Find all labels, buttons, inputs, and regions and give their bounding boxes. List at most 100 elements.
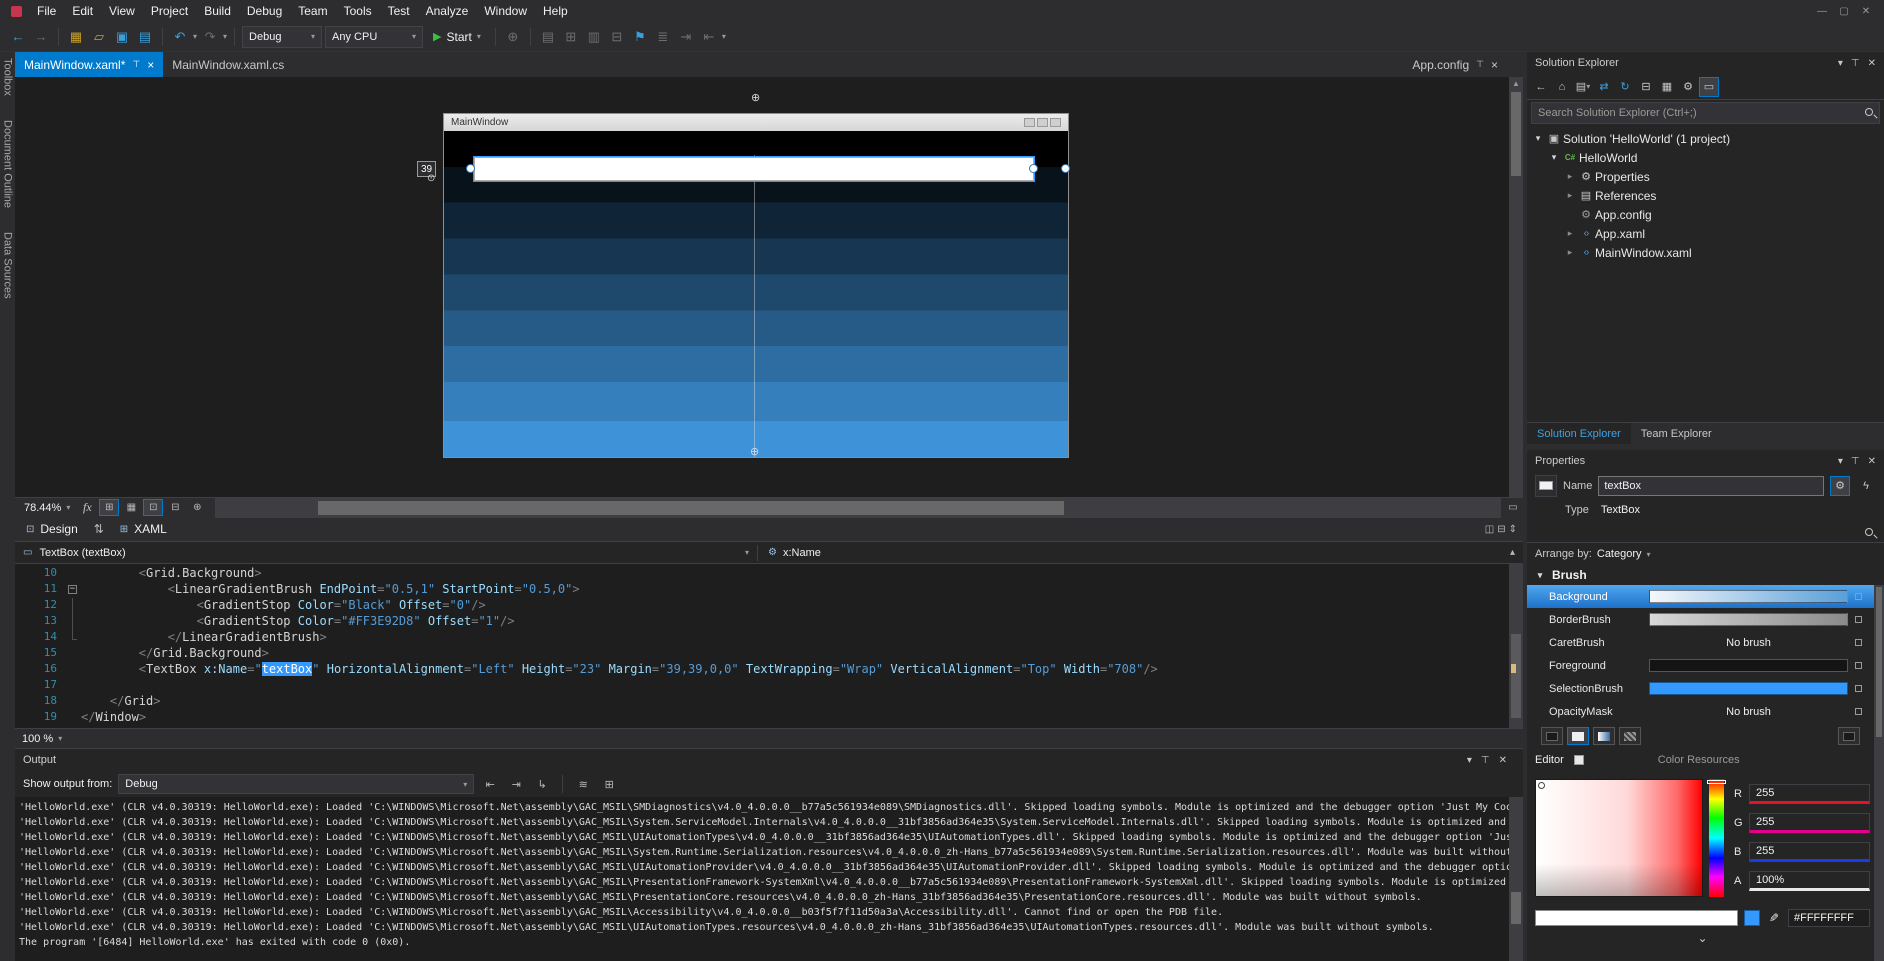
solid-brush-button[interactable]	[1567, 727, 1589, 745]
show-grid-icon[interactable]: ⊞	[99, 499, 120, 516]
new-project-icon[interactable]: ▦	[66, 26, 86, 48]
property-row-selectionbrush[interactable]: SelectionBrush	[1527, 677, 1874, 700]
zoom-fit-icon[interactable]: ⊕	[187, 499, 207, 516]
menu-file[interactable]: File	[29, 1, 64, 21]
chevron-down-icon[interactable]: ▾	[58, 734, 62, 743]
property-row-borderbrush[interactable]: BorderBrush	[1527, 608, 1874, 631]
window-position-icon[interactable]: ▾	[1838, 58, 1843, 69]
window-position-icon[interactable]: ▾	[1467, 755, 1472, 766]
previous-message-icon[interactable]: ⇤	[480, 774, 500, 794]
show-all-files-icon[interactable]: ▦	[1657, 77, 1677, 97]
advanced-options-icon[interactable]	[1855, 685, 1862, 692]
collapse-breadcrumb-icon[interactable]: ▴	[1510, 547, 1523, 558]
property-value[interactable]	[1649, 682, 1862, 695]
comment-icon[interactable]: ≣	[653, 26, 673, 48]
property-row-foreground[interactable]: Foreground	[1527, 654, 1874, 677]
toolbar-overflow-icon[interactable]: ▾	[722, 32, 726, 41]
tree-item-app-xaml[interactable]: ▸ ‹› App.xaml	[1527, 224, 1884, 243]
go-to-message-icon[interactable]: ↳	[532, 774, 552, 794]
advanced-options-icon[interactable]	[1855, 708, 1862, 715]
hue-marker[interactable]	[1707, 780, 1726, 784]
events-view-icon[interactable]: ϟ	[1856, 476, 1876, 496]
solution-search-input[interactable]	[1531, 102, 1880, 124]
scroll-up-icon[interactable]: ▲	[1509, 77, 1523, 90]
outlining-margin[interactable]	[65, 694, 81, 710]
brush-swatch[interactable]	[1649, 682, 1848, 695]
window-position-icon[interactable]: ▾	[1838, 456, 1843, 467]
search-icon[interactable]	[1865, 108, 1873, 116]
clear-all-icon[interactable]: ≋	[573, 774, 593, 794]
solution-configuration-dropdown[interactable]: Debug ▾	[242, 25, 323, 48]
advanced-options-icon[interactable]	[1855, 662, 1862, 669]
redo-icon[interactable]: ↷	[200, 26, 220, 48]
outlining-margin[interactable]	[65, 678, 81, 694]
arrange-by-value[interactable]: Category	[1597, 548, 1642, 560]
pin-icon[interactable]: ⊤	[1851, 58, 1860, 69]
side-tab-data-sources[interactable]: Data Sources	[2, 232, 14, 299]
xaml-code[interactable]: 10 <Grid.Background> 11− <LinearGradientB…	[15, 564, 1509, 728]
preview-selected-items-icon[interactable]: ▭	[1699, 76, 1719, 97]
bottom-anchor-icon[interactable]: ⊕	[750, 447, 759, 458]
properties-titlebar[interactable]: Properties ▾ ⊤ ✕	[1527, 450, 1884, 472]
show-grid-icon[interactable]: ⊞	[561, 26, 581, 48]
undo-icon[interactable]: ↶	[170, 26, 190, 48]
xaml-vertical-scrollbar[interactable]	[1509, 564, 1523, 728]
expander-icon[interactable]: ▸	[1563, 228, 1577, 239]
eyedropper-icon[interactable]: ✎	[1766, 911, 1782, 925]
horizontal-split-icon[interactable]: ⊟	[1497, 524, 1505, 535]
category-brush[interactable]: ▾ Brush	[1527, 565, 1884, 585]
property-row-background[interactable]: Background	[1527, 585, 1874, 608]
minimize-icon[interactable]: —	[1812, 6, 1832, 17]
menu-team[interactable]: Team	[290, 1, 335, 21]
navigate-back-icon[interactable]: ←	[8, 26, 28, 48]
menu-window[interactable]: Window	[476, 1, 535, 21]
menu-test[interactable]: Test	[380, 1, 418, 21]
menu-tools[interactable]: Tools	[336, 1, 380, 21]
open-file-icon[interactable]: ▱	[89, 26, 109, 48]
designer-vertical-scrollbar[interactable]: ▲	[1509, 77, 1523, 497]
pin-icon[interactable]: ⊤	[1851, 456, 1860, 467]
xaml-pane-tab[interactable]: ⊞ XAML	[111, 517, 176, 541]
tree-item-solution-helloworld-1-project[interactable]: ▾ ▣ Solution 'HelloWorld' (1 project)	[1527, 129, 1884, 148]
designer-horizontal-scrollbar[interactable]	[215, 497, 1501, 518]
tree-item-properties[interactable]: ▸ ⚙ Properties	[1527, 167, 1884, 186]
properties-icon[interactable]: ⚙	[1678, 77, 1698, 97]
mainwindow-artboard[interactable]: MainWindow ⊕	[443, 113, 1070, 458]
channel-input-a[interactable]: 100%	[1749, 870, 1870, 891]
resize-handle-left[interactable]	[466, 164, 475, 173]
channel-input-g[interactable]: 255	[1749, 812, 1870, 833]
snap-to-grid-icon[interactable]: ▦	[121, 499, 141, 516]
advanced-options-icon[interactable]	[1855, 593, 1862, 600]
tree-item-references[interactable]: ▸ ▤ References	[1527, 186, 1884, 205]
tree-item-helloworld[interactable]: ▾ C# HelloWorld	[1527, 148, 1884, 167]
save-icon[interactable]: ▣	[112, 26, 132, 48]
outlining-margin[interactable]	[65, 598, 81, 614]
hue-slider[interactable]	[1707, 779, 1726, 897]
breadcrumb-property[interactable]: ⚙ x:Name	[758, 547, 831, 559]
refresh-icon[interactable]: ↻	[1615, 77, 1635, 97]
breakpoint-margin[interactable]	[15, 678, 33, 694]
menu-view[interactable]: View	[101, 1, 143, 21]
output-vertical-scrollbar[interactable]	[1509, 797, 1523, 961]
menu-project[interactable]: Project	[143, 1, 196, 21]
bookmark-icon[interactable]: ⚑	[630, 26, 650, 48]
tile-brush-button[interactable]	[1619, 727, 1641, 745]
property-row-caretbrush[interactable]: CaretBrush No brush	[1527, 631, 1874, 654]
scrollbar-thumb[interactable]	[318, 500, 1064, 515]
outlining-margin[interactable]	[65, 646, 81, 662]
collapse-icon[interactable]: −	[68, 585, 77, 594]
breadcrumb-element-dropdown[interactable]: ▭ TextBox (textBox) ▾	[15, 547, 757, 559]
expander-icon[interactable]: ▸	[1563, 247, 1577, 258]
side-tab-toolbox[interactable]: Toolbox	[2, 58, 14, 96]
outlining-margin[interactable]	[65, 566, 81, 582]
outlining-margin[interactable]	[65, 630, 81, 646]
tree-item-mainwindow-xaml[interactable]: ▸ ‹› MainWindow.xaml	[1527, 243, 1884, 262]
sync-with-active-document-icon[interactable]: ⇄	[1594, 77, 1614, 97]
menu-build[interactable]: Build	[196, 1, 239, 21]
properties-vertical-scrollbar[interactable]	[1874, 585, 1884, 961]
indent-icon[interactable]: ⇥	[676, 26, 696, 48]
brush-swatch[interactable]	[1649, 590, 1848, 603]
breakpoint-margin[interactable]	[15, 566, 33, 582]
close-icon[interactable]: ✕	[1499, 755, 1507, 766]
outlining-margin[interactable]	[65, 710, 81, 726]
